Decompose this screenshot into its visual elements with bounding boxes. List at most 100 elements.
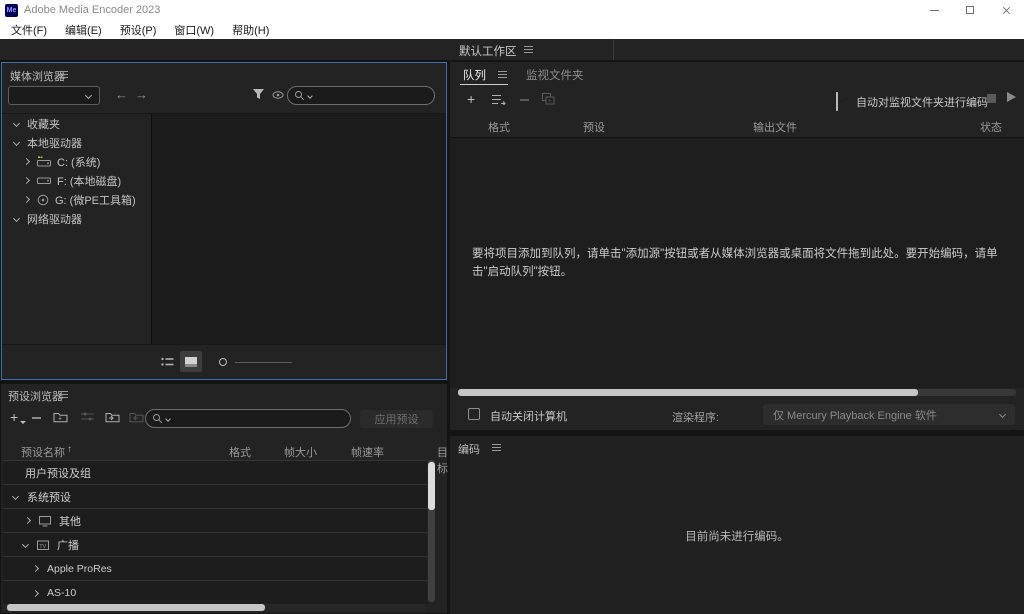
preset-row-system-presets[interactable]: 系统预设	[3, 485, 427, 509]
tree-item-drive-c[interactable]: C: (系统)	[2, 152, 151, 171]
menu-file[interactable]: 文件(F)	[2, 22, 56, 38]
menu-preset[interactable]: 预设(P)	[111, 22, 166, 38]
duplicate-icon[interactable]: +	[542, 93, 555, 105]
media-browser-bottom-bar	[2, 344, 446, 379]
preset-tree: 用户预设及组 系统预设 其他 TV 广播	[3, 460, 427, 604]
encoding-empty-message: 目前尚未进行编码。	[450, 528, 1024, 544]
chevron-down-icon[interactable]	[13, 139, 20, 146]
tree-item-label: F: (本地磁盘)	[57, 173, 121, 189]
delete-preset-button[interactable]	[32, 417, 41, 419]
preset-browser-menu-icon[interactable]	[59, 391, 68, 398]
filter-icon[interactable]	[252, 88, 265, 100]
queue-panel: 队列 监视文件夹 + + 自动对监视文件夹进行编码 格式 预设 输出文件 状态 …	[450, 62, 1024, 430]
tv-icon: TV	[36, 539, 50, 551]
forward-icon[interactable]: →	[135, 87, 148, 102]
add-output-icon[interactable]	[492, 94, 506, 105]
zoom-slider-knob[interactable]	[219, 358, 227, 366]
chevron-down-icon[interactable]	[22, 541, 29, 548]
titlebar: Me Adobe Media Encoder 2023	[0, 0, 1024, 20]
start-queue-button[interactable]	[1007, 92, 1016, 102]
media-browser-title: 媒体浏览器	[10, 68, 65, 84]
renderer-dropdown[interactable]: 仅 Mercury Playback Engine 软件	[763, 404, 1015, 425]
auto-watch-label: 自动对监视文件夹进行编码	[856, 94, 988, 110]
chevron-down-icon[interactable]	[12, 493, 19, 500]
eye-icon[interactable]	[272, 90, 284, 100]
preset-vertical-scrollbar[interactable]	[428, 460, 435, 602]
preset-search-input[interactable]	[145, 409, 351, 428]
chevron-down-icon[interactable]	[13, 120, 20, 127]
preset-horizontal-scrollbar[interactable]	[3, 604, 427, 611]
sort-ascending-icon[interactable]: ↑	[67, 444, 72, 455]
auto-watch-checkbox[interactable]	[836, 92, 838, 111]
minimize-icon	[930, 10, 939, 11]
zoom-slider-track[interactable]	[235, 362, 292, 363]
chevron-right-icon[interactable]	[23, 158, 30, 165]
menu-edit[interactable]: 编辑(E)	[56, 22, 111, 38]
list-view-icon[interactable]	[161, 357, 174, 367]
chevron-down-icon[interactable]	[13, 215, 20, 222]
disc-icon	[37, 194, 49, 206]
workspace-label[interactable]: 默认工作区	[459, 43, 517, 59]
svg-text:+: +	[548, 99, 552, 105]
column-preset-name[interactable]: 预设名称	[21, 444, 65, 460]
preset-row-label: AS-10	[47, 587, 76, 599]
preset-row-apple-prores[interactable]: Apple ProRes	[3, 557, 427, 581]
scrollbar-thumb[interactable]	[7, 604, 265, 611]
add-source-button[interactable]: +	[467, 92, 475, 106]
preset-row-as10[interactable]: AS-10	[3, 581, 427, 605]
minimize-button[interactable]	[916, 0, 952, 20]
tree-item-favorites[interactable]: 收藏夹	[2, 114, 151, 133]
search-icon	[152, 413, 163, 424]
preset-row-other[interactable]: 其他	[3, 509, 427, 533]
scrollbar-thumb[interactable]	[428, 462, 435, 510]
svg-text:TV: TV	[39, 543, 46, 549]
chevron-right-icon[interactable]	[32, 565, 39, 572]
import-preset-icon[interactable]	[105, 411, 120, 423]
new-preset-group-icon[interactable]: +	[53, 411, 68, 423]
app-window: Me Adobe Media Encoder 2023 文件(F) 编辑(E) …	[0, 0, 1024, 614]
monitor-icon	[38, 515, 52, 527]
tab-watch-folders[interactable]: 监视文件夹	[526, 67, 584, 83]
export-preset-icon[interactable]	[129, 411, 144, 423]
queue-drop-area[interactable]: 要将项目添加到队列，请单击"添加源"按钮或者从媒体浏览器或桌面将文件拖到此处。要…	[450, 137, 1024, 388]
renderer-label: 渲染程序:	[672, 409, 719, 425]
chevron-right-icon[interactable]	[24, 517, 31, 524]
workspace-menu-icon[interactable]	[524, 46, 533, 53]
stop-button[interactable]	[987, 94, 996, 103]
preset-settings-icon[interactable]	[81, 412, 94, 422]
media-browser-menu-icon[interactable]	[59, 71, 68, 78]
tab-queue[interactable]: 队列	[463, 67, 486, 83]
tree-item-network-drives[interactable]: 网络驱动器	[2, 209, 151, 228]
location-dropdown[interactable]	[8, 86, 100, 105]
tree-item-drive-g[interactable]: G: (微PE工具箱)	[2, 190, 151, 209]
apply-preset-button[interactable]: 应用预设	[360, 410, 433, 428]
create-preset-caret-icon	[20, 421, 26, 424]
chevron-right-icon[interactable]	[23, 196, 30, 203]
auto-shutdown-checkbox[interactable]	[468, 408, 480, 420]
preset-row-user-presets[interactable]: 用户预设及组	[3, 461, 427, 485]
close-button[interactable]	[988, 0, 1024, 20]
chevron-down-icon	[999, 411, 1006, 418]
thumbnail-view-button[interactable]	[180, 351, 202, 372]
media-search-input[interactable]	[287, 86, 435, 105]
menu-window[interactable]: 窗口(W)	[165, 22, 223, 38]
tree-item-local-drives[interactable]: 本地驱动器	[2, 133, 151, 152]
maximize-button[interactable]	[952, 0, 988, 20]
menubar: 文件(F) 编辑(E) 预设(P) 窗口(W) 帮助(H)	[0, 20, 1024, 39]
queue-horizontal-scrollbar[interactable]	[458, 389, 1016, 396]
remove-button[interactable]	[520, 99, 529, 101]
chevron-right-icon[interactable]	[32, 589, 39, 596]
tree-item-drive-f[interactable]: F: (本地磁盘)	[2, 171, 151, 190]
back-icon[interactable]: ←	[115, 87, 128, 102]
create-preset-button[interactable]: +	[10, 410, 18, 424]
menu-help[interactable]: 帮助(H)	[223, 22, 278, 38]
scrollbar-thumb[interactable]	[458, 389, 918, 396]
chevron-right-icon[interactable]	[23, 177, 30, 184]
media-content-area[interactable]	[151, 114, 446, 344]
encoding-menu-icon[interactable]	[492, 444, 501, 451]
window-controls	[916, 0, 1024, 20]
media-browser-panel: 媒体浏览器 ← → 收藏夹	[1, 62, 447, 380]
preset-row-broadcast[interactable]: TV 广播	[3, 533, 427, 557]
queue-menu-icon[interactable]	[498, 71, 507, 78]
chevron-down-icon	[165, 416, 171, 422]
